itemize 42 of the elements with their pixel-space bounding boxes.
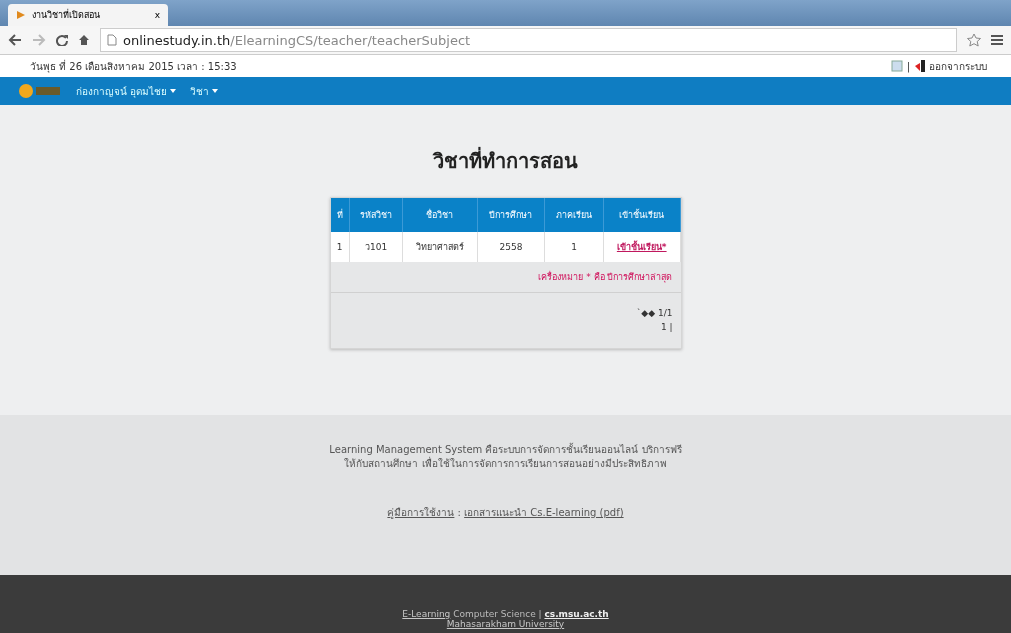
tab-title: งานวิชาที่เปิดสอน — [32, 8, 100, 22]
column-header: ชื่อวิชา — [402, 198, 478, 232]
credit-text: Computer Science | — [452, 609, 543, 619]
separator: | — [906, 60, 910, 72]
pager-text: `◆◆ 1/1 — [636, 307, 673, 320]
nav-menu-item[interactable]: วิชา — [190, 83, 219, 99]
university-link[interactable]: Mahasarakham University — [446, 619, 565, 629]
footer-text: Learning Management System คือระบบการจัดการชั้นเรียนออนไลน์ บริการฟรี — [329, 443, 682, 457]
table-cell: 2558 — [477, 232, 545, 262]
table-cell: 1 — [330, 232, 350, 262]
pager-text: 1 | — [660, 320, 673, 334]
nav-menu-item[interactable]: ก่องกาญจน์ อุดมไชย — [76, 83, 177, 99]
column-header: ปีการศึกษา — [477, 198, 545, 232]
site-link[interactable]: cs.msu.ac.th — [544, 609, 609, 619]
page-icon — [107, 34, 117, 46]
column-header: ที่ — [330, 198, 350, 232]
home-icon[interactable] — [78, 34, 90, 46]
table-cell: ว101 — [349, 232, 403, 262]
manual-link[interactable]: คู่มือการใช้งาน — [387, 507, 455, 518]
document-link[interactable]: เอกสารแนะนำ Cs.E-learning (pdf) — [464, 507, 624, 518]
address-field[interactable]: onlinestudy.in.th/ElearningCS/teacher/teacherSubject — [100, 28, 957, 52]
table-cell: 1 — [544, 232, 604, 262]
column-header: ภาคเรียน — [544, 198, 604, 232]
note-text: เครื่องหมาย * คือ ปีการศึกษาล่าสุด — [538, 272, 673, 282]
column-header: เข้าชั้นเรียน — [603, 198, 680, 232]
reload-icon[interactable] — [56, 34, 68, 46]
tab-close[interactable]: x — [154, 10, 160, 20]
logout-link[interactable]: ออกจากระบบ — [929, 58, 987, 74]
back-icon[interactable] — [8, 34, 22, 46]
separator: : — [456, 507, 462, 518]
table-cell: วิทยาศาสตร์ — [402, 232, 478, 262]
page-icon — [16, 10, 26, 20]
date-time: วันพุธ ที่ 26 เดือนสิงหาคม 2015 เวลา : 15:33 — [30, 58, 237, 74]
page-title: วิชาที่ทำการสอน — [433, 146, 578, 175]
menu-icon[interactable] — [991, 34, 1003, 46]
column-header: รหัสวิชา — [349, 198, 403, 232]
brand-link[interactable]: E-Learning — [402, 609, 451, 619]
footer-text: ให้กับสถานศึกษา เพื่อใช้ในการจัดการการเรียนการสอนอย่างมีประสิทธิภาพ — [344, 457, 667, 471]
logo-icon[interactable] — [18, 83, 62, 99]
star-icon[interactable] — [967, 33, 981, 47]
image-icon — [890, 60, 903, 72]
browser-tab[interactable]: งานวิชาที่เปิดสอน x — [8, 4, 168, 26]
